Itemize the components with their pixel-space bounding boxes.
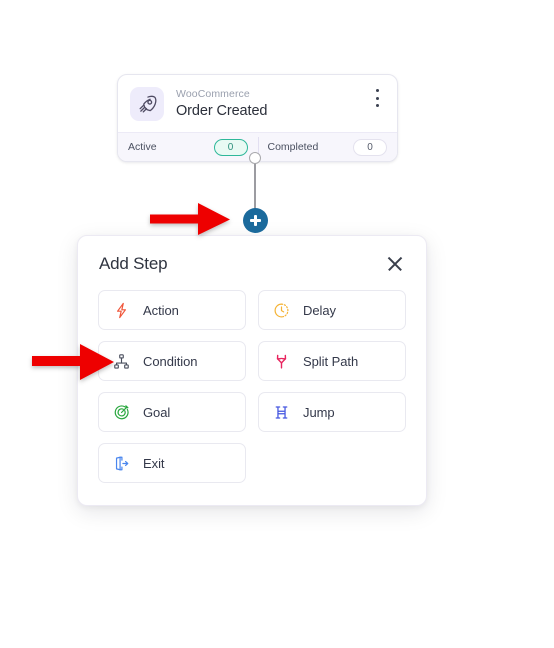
step-option-split-path-label: Split Path bbox=[303, 353, 359, 369]
add-step-title: Add Step bbox=[99, 254, 168, 273]
close-icon[interactable] bbox=[385, 254, 405, 274]
menu-dot bbox=[375, 89, 379, 92]
clock-icon bbox=[271, 300, 291, 320]
step-option-exit[interactable]: Exit bbox=[98, 443, 246, 483]
step-option-condition[interactable]: Condition bbox=[98, 341, 246, 381]
connector-anchor-dot bbox=[249, 152, 261, 164]
menu-dot bbox=[375, 104, 379, 107]
stat-completed-label: Completed bbox=[267, 141, 319, 153]
stat-active-value[interactable]: 0 bbox=[213, 138, 248, 156]
step-option-delay-label: Delay bbox=[303, 302, 336, 318]
stat-completed-value[interactable]: 0 bbox=[353, 138, 387, 156]
stat-active-label: Active bbox=[128, 141, 157, 153]
step-option-condition-label: Condition bbox=[143, 353, 198, 369]
add-step-panel: Add Step Action Delay Condition Split Pa… bbox=[77, 235, 427, 506]
arrow-pointing-to-add-button bbox=[150, 203, 230, 235]
exit-door-icon bbox=[111, 453, 131, 473]
trigger-app-name: WooCommerce bbox=[176, 87, 250, 100]
step-option-delay[interactable]: Delay bbox=[258, 290, 406, 330]
target-goal-icon bbox=[111, 402, 131, 422]
stat-completed: Completed 0 bbox=[257, 133, 398, 161]
stat-active: Active 0 bbox=[118, 133, 258, 161]
step-option-split-path[interactable]: Split Path bbox=[258, 341, 406, 381]
trigger-node-title: Order Created bbox=[176, 102, 268, 119]
workflow-canvas: WooCommerce Order Created Active 0 Compl… bbox=[0, 0, 554, 648]
add-step-panel-header: Add Step bbox=[98, 254, 406, 274]
add-step-plus-button[interactable] bbox=[243, 208, 268, 233]
step-option-exit-label: Exit bbox=[143, 455, 165, 471]
arrow-pointing-to-condition bbox=[32, 344, 114, 380]
step-option-goal-label: Goal bbox=[143, 404, 171, 420]
step-option-jump-label: Jump bbox=[303, 404, 335, 420]
split-path-icon bbox=[271, 351, 291, 371]
step-option-action-label: Action bbox=[143, 302, 179, 318]
step-option-goal[interactable]: Goal bbox=[98, 392, 246, 432]
lightning-bolt-icon bbox=[111, 300, 131, 320]
step-type-grid: Action Delay Condition Split Path Goal J… bbox=[98, 290, 406, 483]
trigger-node-header: WooCommerce Order Created bbox=[118, 75, 397, 132]
jump-icon bbox=[271, 402, 291, 422]
more-vertical-icon[interactable] bbox=[369, 88, 385, 108]
step-option-jump[interactable]: Jump bbox=[258, 392, 406, 432]
trigger-node-text: WooCommerce Order Created bbox=[176, 88, 385, 121]
step-option-action[interactable]: Action bbox=[98, 290, 246, 330]
trigger-node-card[interactable]: WooCommerce Order Created Active 0 Compl… bbox=[117, 74, 398, 162]
menu-dot bbox=[375, 96, 379, 100]
rocket-icon bbox=[130, 87, 164, 121]
